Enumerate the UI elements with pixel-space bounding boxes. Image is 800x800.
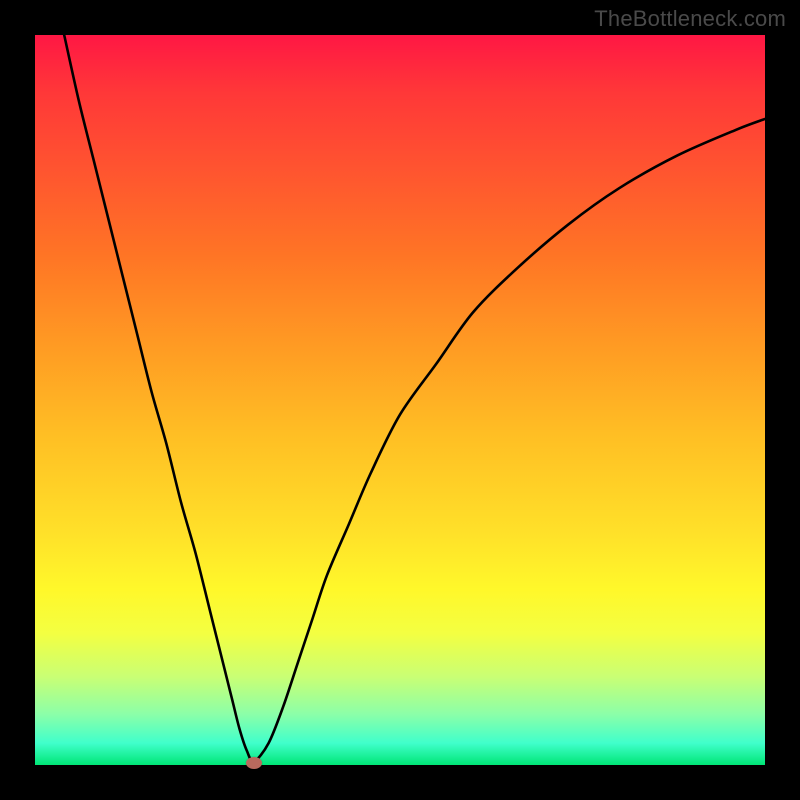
chart-container: TheBottleneck.com [0,0,800,800]
watermark-text: TheBottleneck.com [594,6,786,32]
bottleneck-curve [35,35,765,765]
plot-area [35,35,765,765]
optimal-point-marker [246,757,262,769]
